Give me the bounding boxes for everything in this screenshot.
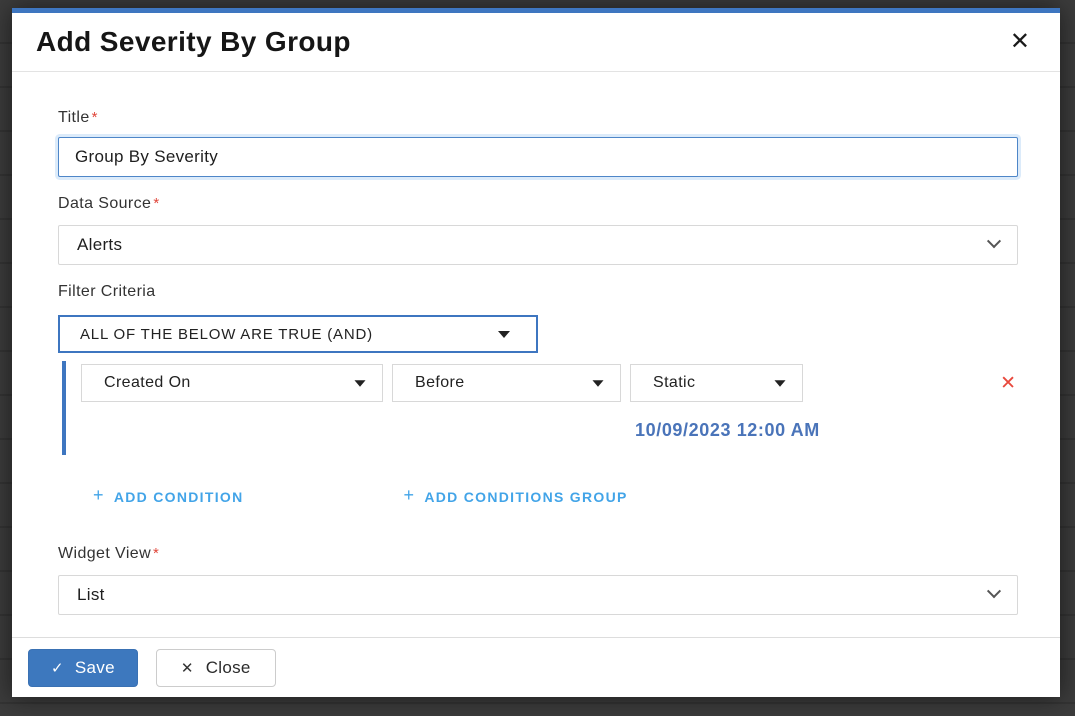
- save-button-label: Save: [74, 658, 115, 677]
- condition-row: Created On Before Static ✕: [81, 364, 1018, 402]
- caret-down-icon: [774, 379, 786, 387]
- close-button-label: Close: [205, 658, 251, 677]
- required-asterisk: *: [153, 195, 160, 212]
- close-icon[interactable]: ✕: [1006, 28, 1034, 56]
- chevron-down-icon: [986, 583, 1002, 598]
- widget-view-label-text: Widget View: [58, 545, 152, 562]
- widget-view-field-group: Widget View * List: [58, 544, 1018, 615]
- widget-view-label: Widget View *: [58, 544, 1018, 564]
- title-field-group: Title *: [58, 108, 1018, 177]
- match-rule-dropdown[interactable]: ALL OF THE BELOW ARE TRUE (AND): [58, 315, 538, 353]
- title-field-label: Title *: [58, 108, 1018, 128]
- required-asterisk: *: [153, 545, 160, 562]
- caret-down-icon: [498, 330, 510, 338]
- check-icon: ✓: [51, 660, 64, 677]
- close-x-icon: ✕: [180, 660, 194, 677]
- condition-field-select[interactable]: Created On: [81, 364, 383, 402]
- backdrop-overlay: Add Severity By Group ✕ Title* Data Sour…: [0, 0, 1075, 716]
- plus-icon: +: [93, 485, 105, 505]
- chevron-down-icon: [986, 233, 1002, 248]
- filter-criteria-section: Filter Criteria ALL OF THE BELOW ARE TRU…: [58, 282, 1018, 506]
- condition-operator-select[interactable]: Before: [392, 364, 621, 402]
- save-button[interactable]: ✓ Save: [28, 649, 138, 687]
- modal-body: Title* Data Source* Alerts Filter Criter…: [12, 72, 1060, 637]
- condition-date-value[interactable]: 10/09/2023 12:00 AM: [635, 420, 820, 440]
- condition-group: Created On Before Static ✕ 10/09/2023 12…: [62, 361, 1018, 455]
- match-rule-value: ALL OF THE BELOW ARE TRUE (AND): [80, 325, 373, 343]
- condition-value-row: 10/09/2023 12:00 AM: [81, 420, 1018, 441]
- widget-view-selected-value: List: [77, 585, 105, 604]
- modal-header: Add Severity By Group ✕: [12, 13, 1060, 72]
- condition-value-type-value: Static: [653, 374, 696, 391]
- add-conditions-group-link[interactable]: + ADD CONDITIONS GROUP: [403, 485, 628, 506]
- delete-condition-icon[interactable]: ✕: [1000, 374, 1016, 393]
- plus-icon: +: [403, 485, 416, 505]
- condition-operator-value: Before: [415, 374, 465, 391]
- title-input[interactable]: [58, 137, 1018, 177]
- required-asterisk: *: [91, 109, 98, 126]
- close-button[interactable]: ✕ Close: [155, 649, 276, 687]
- title-label-text: Title: [58, 109, 90, 126]
- data-source-field-group: Data Source * Alerts: [58, 194, 1018, 265]
- data-source-label-text: Data Source: [58, 195, 152, 212]
- condition-links-row: + ADD CONDITION + ADD CONDITIONS GROUP: [93, 485, 1018, 506]
- caret-down-icon: [592, 379, 604, 387]
- widget-view-select[interactable]: List: [58, 575, 1018, 615]
- add-condition-link[interactable]: + ADD CONDITION: [93, 485, 244, 506]
- add-condition-label: ADD CONDITION: [113, 488, 244, 505]
- condition-value-type-select[interactable]: Static: [630, 364, 803, 402]
- data-source-selected-value: Alerts: [77, 235, 123, 254]
- data-source-label: Data Source *: [58, 194, 1018, 214]
- modal-title: Add Severity By Group: [36, 26, 351, 57]
- modal-footer: ✓ Save ✕ Close: [12, 637, 1060, 697]
- condition-field-value: Created On: [104, 374, 191, 391]
- data-source-select[interactable]: Alerts: [58, 225, 1018, 265]
- add-conditions-group-label: ADD CONDITIONS GROUP: [424, 488, 628, 505]
- filter-criteria-label: Filter Criteria: [58, 283, 156, 300]
- caret-down-icon: [354, 379, 366, 387]
- add-widget-modal: Add Severity By Group ✕ Title* Data Sour…: [12, 8, 1060, 697]
